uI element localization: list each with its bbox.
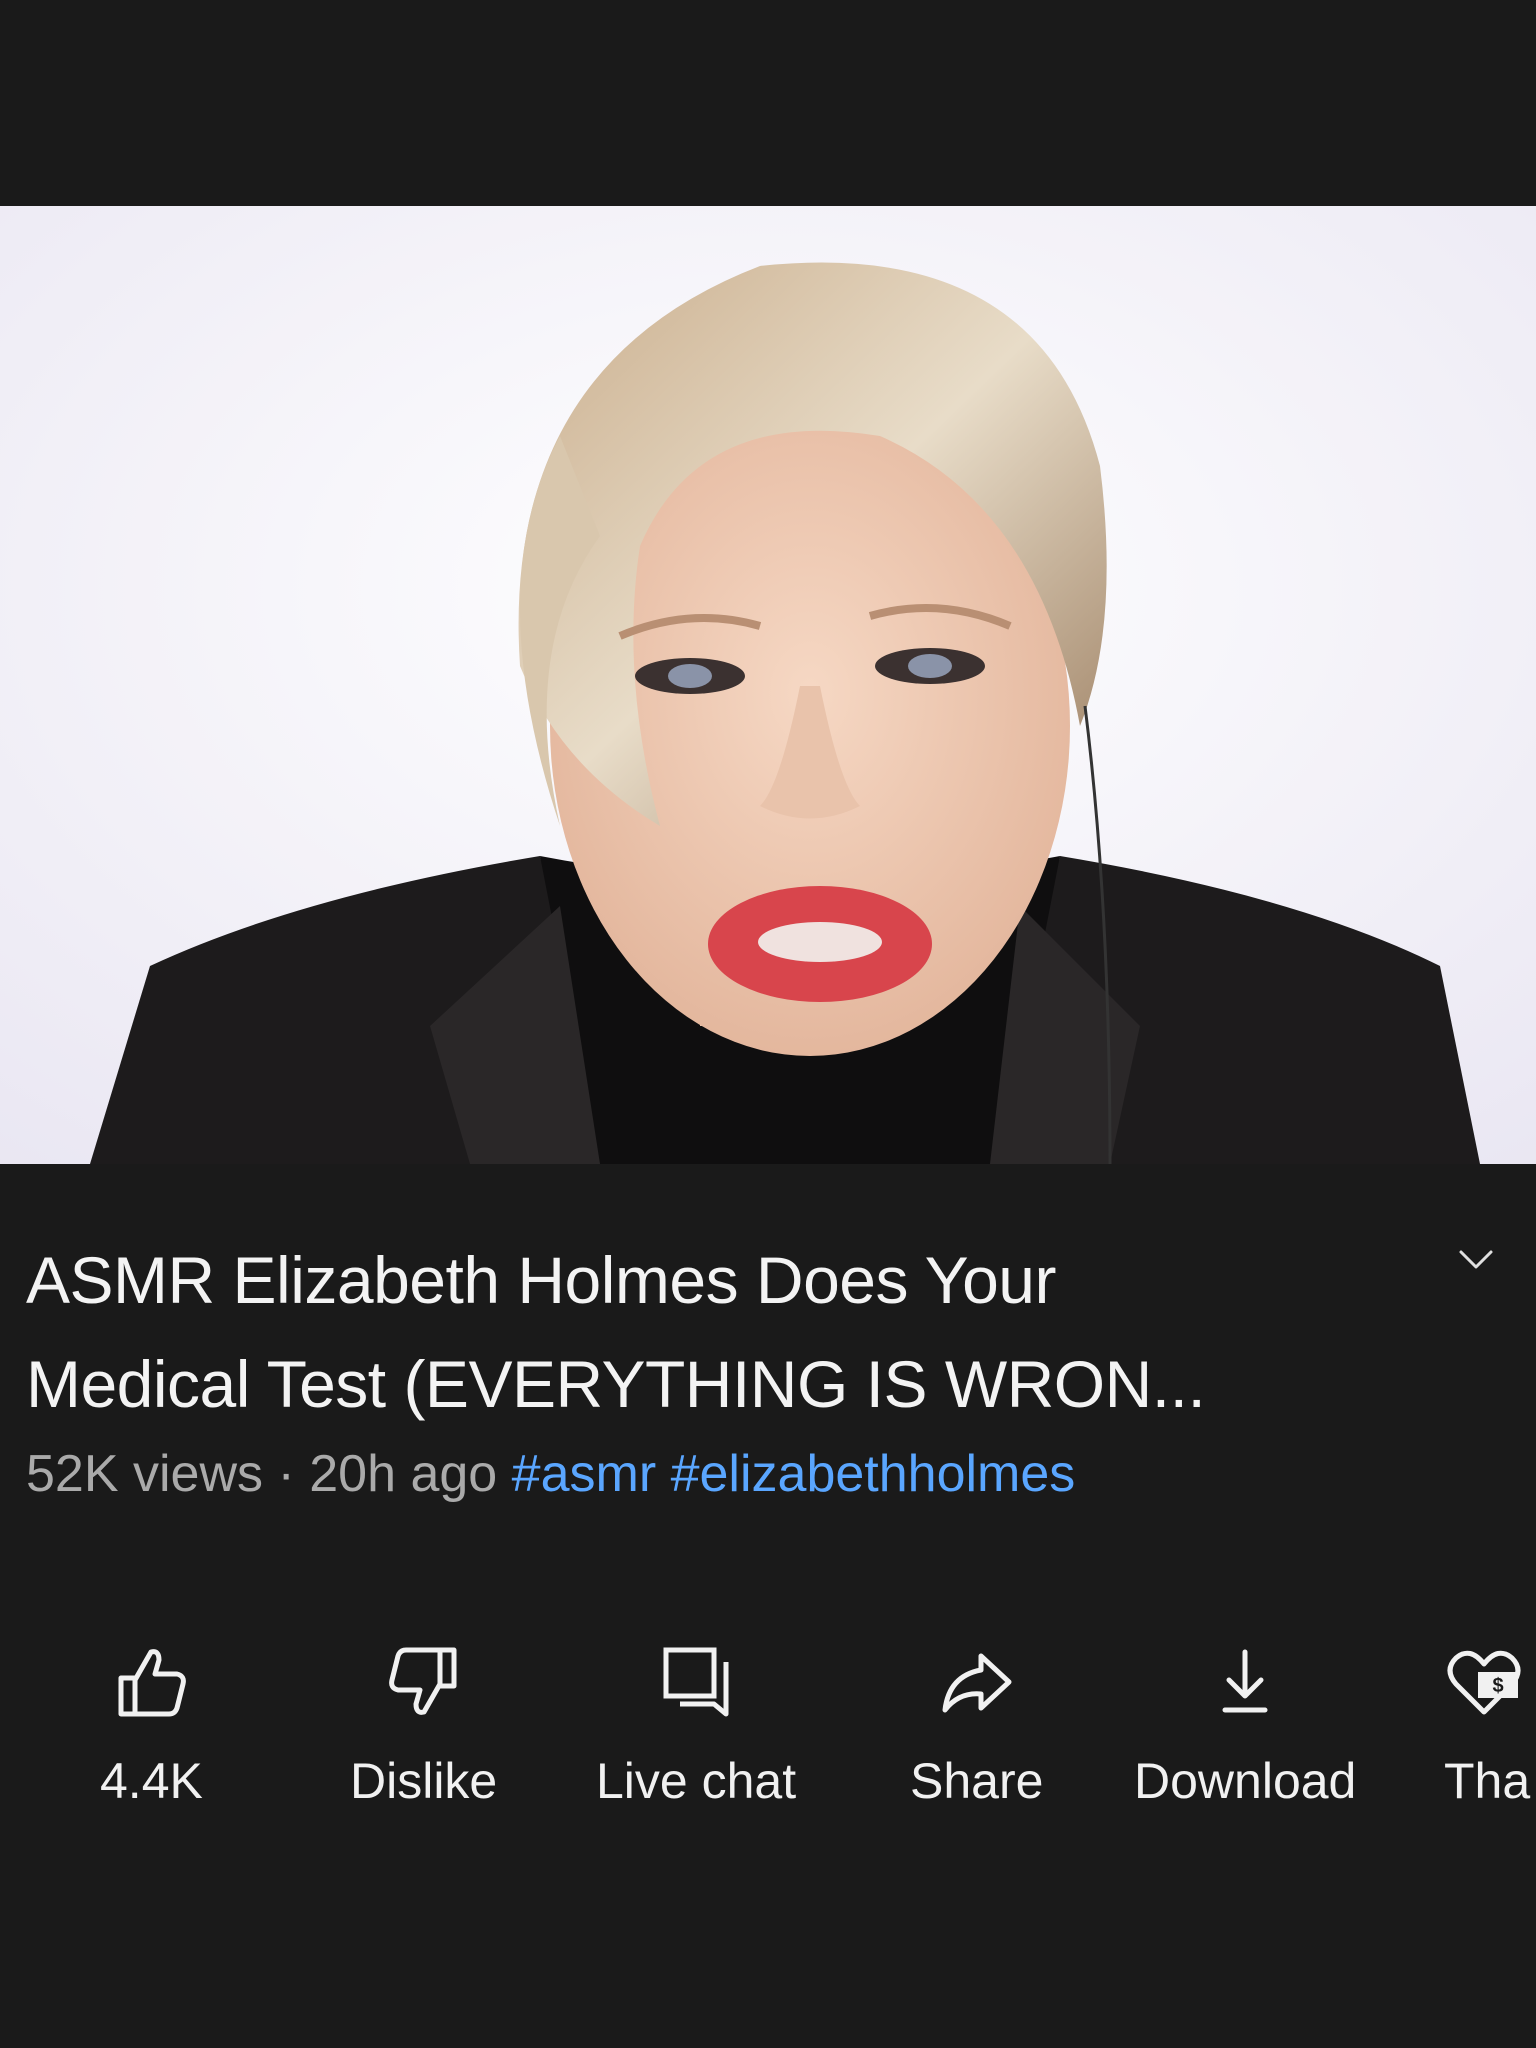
thanks-button[interactable]: $ Tha — [1444, 1640, 1530, 1810]
chevron-down-icon — [1459, 1250, 1493, 1269]
action-bar: 4.4K Dislike Live chat Share Download $ … — [0, 1640, 1536, 1810]
thumbs-down-icon — [388, 1647, 457, 1715]
like-count: 4.4K — [100, 1753, 203, 1809]
upload-age: 20h ago — [309, 1445, 498, 1503]
expand-description-button[interactable] — [1452, 1236, 1500, 1284]
thanks-label: Tha — [1444, 1753, 1531, 1809]
hashtag-elizabethholmes[interactable]: #elizabethholmes — [671, 1445, 1076, 1503]
live-chat-button[interactable]: Live chat — [596, 1640, 796, 1810]
download-icon — [1222, 1649, 1268, 1713]
dislike-label: Dislike — [350, 1753, 498, 1809]
download-label: Download — [1134, 1753, 1357, 1809]
thumbs-up-icon — [118, 1649, 187, 1717]
video-player[interactable] — [0, 206, 1536, 1164]
video-title-line-2: Medical Test (EVERYTHING IS WRON... — [26, 1347, 1206, 1421]
thanks-icon: $ — [1447, 1650, 1521, 1715]
live-chat-icon — [663, 1647, 729, 1717]
video-title[interactable]: ASMR Elizabeth Holmes Does Your Medical … — [26, 1228, 1406, 1436]
meta-separator: · — [277, 1445, 295, 1503]
svg-text:$: $ — [1492, 1675, 1503, 1697]
share-button[interactable]: Share — [910, 1640, 1043, 1810]
dislike-button[interactable]: Dislike — [350, 1640, 497, 1810]
share-icon — [942, 1653, 1012, 1713]
share-label: Share — [910, 1753, 1044, 1809]
hashtag-asmr[interactable]: #asmr — [512, 1445, 656, 1503]
download-button[interactable]: Download — [1134, 1640, 1356, 1810]
live-chat-label: Live chat — [596, 1753, 797, 1809]
view-count: 52K views — [26, 1445, 263, 1503]
video-meta: 52K views · 20h ago #asmr #elizabethholm… — [26, 1444, 1075, 1504]
like-button[interactable]: 4.4K — [100, 1640, 203, 1810]
video-title-line-1: ASMR Elizabeth Holmes Does Your — [26, 1243, 1057, 1317]
video-thumbnail-image — [0, 206, 1536, 1164]
